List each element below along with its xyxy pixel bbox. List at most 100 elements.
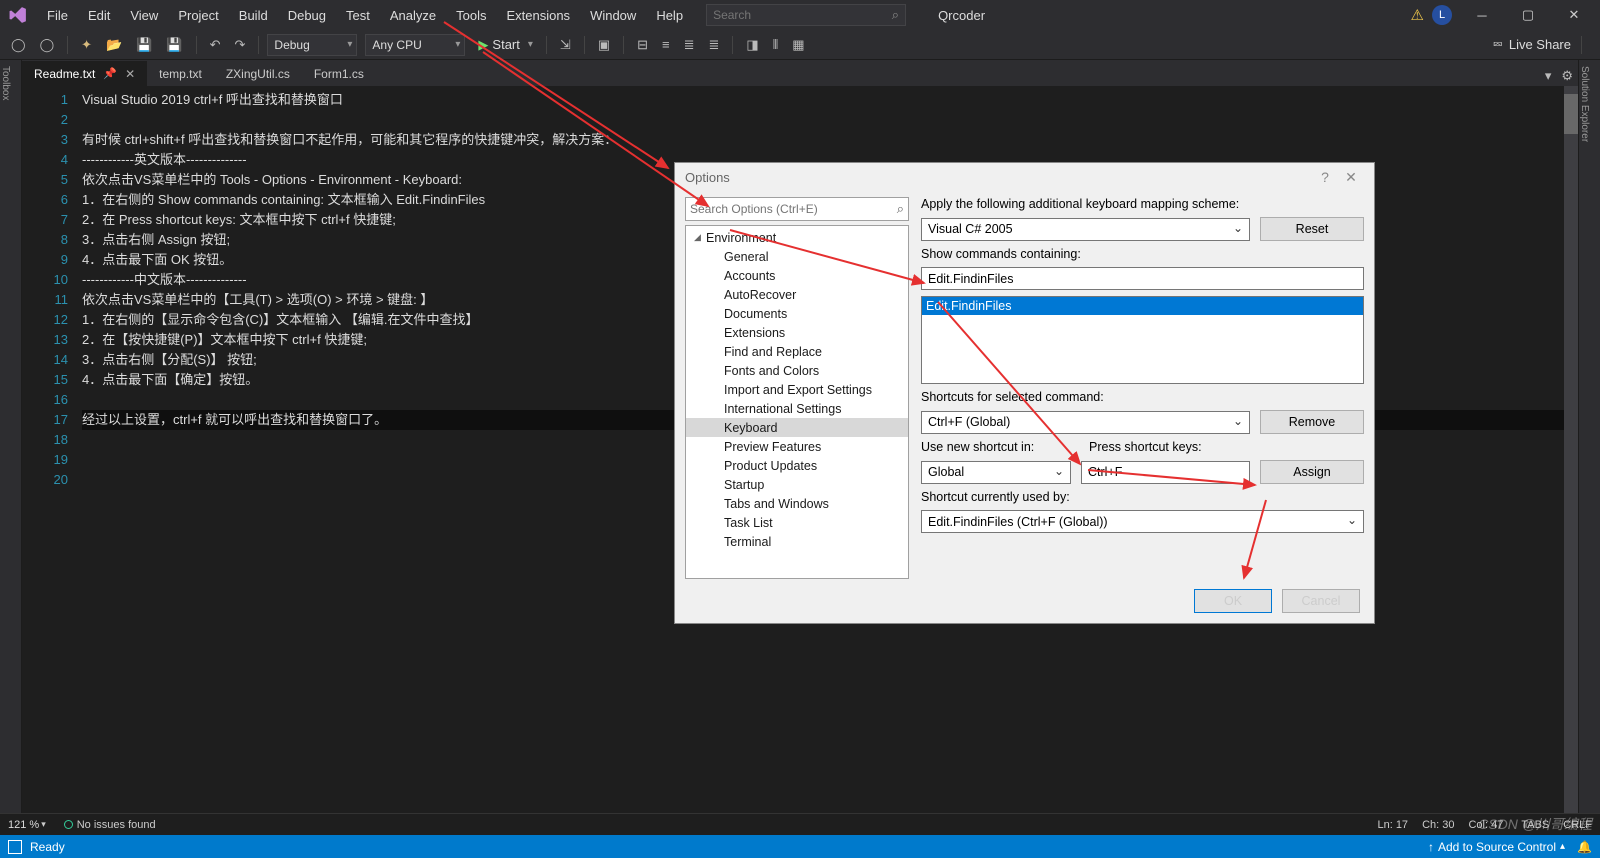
expand-icon[interactable]: ◢ xyxy=(694,232,706,243)
attach-icon[interactable]: ⇲ xyxy=(555,35,576,55)
close-window-icon[interactable]: ✕ xyxy=(1554,1,1594,29)
user-avatar[interactable]: L xyxy=(1432,5,1452,25)
tree-item-autorecover[interactable]: AutoRecover xyxy=(686,285,908,304)
used-by-label: Shortcut currently used by: xyxy=(921,490,1364,504)
menu-window[interactable]: Window xyxy=(581,4,645,27)
vertical-scrollbar[interactable] xyxy=(1564,86,1578,813)
issues-status[interactable]: No issues found xyxy=(64,819,156,831)
shortcuts-dropdown[interactable]: Ctrl+F (Global) xyxy=(921,411,1250,434)
tab-gear-icon[interactable]: ⚙ xyxy=(1556,66,1578,86)
new-project-icon[interactable]: ✦ xyxy=(76,35,97,55)
close-tab-icon[interactable]: ✕ xyxy=(125,67,135,81)
maximize-icon[interactable]: ▢ xyxy=(1508,1,1548,29)
nav-fwd-icon[interactable]: ◯ xyxy=(35,35,60,55)
save-icon[interactable]: 💾 xyxy=(131,35,157,55)
menu-test[interactable]: Test xyxy=(337,4,379,27)
tab-form1[interactable]: Form1.cs xyxy=(302,61,376,86)
tab-temp[interactable]: temp.txt xyxy=(147,61,214,86)
press-keys-label: Press shortcut keys: xyxy=(1089,440,1364,454)
platform-dropdown[interactable]: Any CPU xyxy=(365,34,465,56)
menu-extensions[interactable]: Extensions xyxy=(497,4,579,27)
list-item[interactable]: Edit.FindinFiles xyxy=(922,297,1363,315)
tree-item-extensions[interactable]: Extensions xyxy=(686,323,908,342)
tool-icon-3[interactable]: ≡ xyxy=(657,35,675,54)
tree-item-fonts-and-colors[interactable]: Fonts and Colors xyxy=(686,361,908,380)
notifications-icon[interactable]: 🔔 xyxy=(1577,840,1592,854)
tree-item-find-and-replace[interactable]: Find and Replace xyxy=(686,342,908,361)
assign-button[interactable]: Assign xyxy=(1260,460,1364,484)
menu-debug[interactable]: Debug xyxy=(279,4,335,27)
tree-item-tabs-and-windows[interactable]: Tabs and Windows xyxy=(686,494,908,513)
toolbox-rail[interactable]: Toolbox xyxy=(0,60,22,813)
tree-item-preview-features[interactable]: Preview Features xyxy=(686,437,908,456)
zoom-level[interactable]: 121 % xyxy=(8,819,39,831)
cancel-button[interactable]: Cancel xyxy=(1282,589,1360,613)
undo-icon[interactable]: ↶ xyxy=(205,35,226,55)
menubar: File Edit View Project Build Debug Test … xyxy=(0,0,1600,30)
menu-project[interactable]: Project xyxy=(169,4,227,27)
open-file-icon[interactable]: 📂 xyxy=(101,35,127,55)
tool-icon-5[interactable]: ≣ xyxy=(704,35,725,55)
live-share-button[interactable]: Live Share xyxy=(1509,37,1571,52)
tab-zxing[interactable]: ZXingUtil.cs xyxy=(214,61,302,86)
project-name: Qrcoder xyxy=(938,8,985,23)
tab-row: Readme.txt 📌 ✕ temp.txt ZXingUtil.cs For… xyxy=(22,60,1578,86)
menu-help[interactable]: Help xyxy=(647,4,692,27)
save-all-icon[interactable]: 💾 xyxy=(161,35,187,55)
tree-item-import-and-export-settings[interactable]: Import and Export Settings xyxy=(686,380,908,399)
tool-icon-8[interactable]: ▦ xyxy=(787,35,809,55)
tree-item-keyboard[interactable]: Keyboard xyxy=(686,418,908,437)
tree-item-startup[interactable]: Startup xyxy=(686,475,908,494)
tabs-indicator[interactable]: TABS xyxy=(1521,819,1549,831)
config-dropdown[interactable]: Debug xyxy=(267,34,357,56)
tree-item-accounts[interactable]: Accounts xyxy=(686,266,908,285)
tree-item-task-list[interactable]: Task List xyxy=(686,513,908,532)
solution-explorer-rail[interactable]: Solution Explorer xyxy=(1578,60,1600,813)
menu-view[interactable]: View xyxy=(121,4,167,27)
title-search-input[interactable] xyxy=(713,8,892,22)
tree-item-documents[interactable]: Documents xyxy=(686,304,908,323)
warning-icon[interactable]: ⚠ xyxy=(1411,6,1424,24)
redo-icon[interactable]: ↷ xyxy=(230,35,251,55)
tree-item-general[interactable]: General xyxy=(686,247,908,266)
nav-back-icon[interactable]: ◯ xyxy=(6,35,31,55)
use-new-dropdown[interactable]: Global xyxy=(921,461,1071,484)
status-bar: Ready ↑ Add to Source Control ▴ 🔔 xyxy=(0,835,1600,858)
dialog-close-icon[interactable]: ✕ xyxy=(1338,169,1364,186)
show-commands-input[interactable]: Edit.FindinFiles xyxy=(921,267,1364,290)
menu-file[interactable]: File xyxy=(38,4,77,27)
menu-edit[interactable]: Edit xyxy=(79,4,119,27)
remove-button[interactable]: Remove xyxy=(1260,410,1364,434)
pin-icon[interactable]: 📌 xyxy=(103,67,117,80)
tree-environment[interactable]: ◢ Environment xyxy=(686,228,908,247)
reset-button[interactable]: Reset xyxy=(1260,217,1364,241)
commands-list[interactable]: Edit.FindinFiles xyxy=(921,296,1364,384)
options-search[interactable]: ⌕ xyxy=(685,197,909,221)
tool-icon-7[interactable]: ⫴ xyxy=(768,35,783,55)
menu-tools[interactable]: Tools xyxy=(447,4,495,27)
menu-analyze[interactable]: Analyze xyxy=(381,4,445,27)
dialog-help-icon[interactable]: ? xyxy=(1312,169,1338,185)
options-search-input[interactable] xyxy=(690,202,897,216)
start-button[interactable]: ▶ Start ▾ xyxy=(473,35,538,55)
tree-item-product-updates[interactable]: Product Updates xyxy=(686,456,908,475)
tab-readme[interactable]: Readme.txt 📌 ✕ xyxy=(22,61,147,86)
tree-item-international-settings[interactable]: International Settings xyxy=(686,399,908,418)
tool-icon-1[interactable]: ▣ xyxy=(593,35,615,55)
dialog-title-text: Options xyxy=(685,170,730,185)
tree-item-terminal[interactable]: Terminal xyxy=(686,532,908,551)
add-source-control[interactable]: ↑ Add to Source Control ▴ xyxy=(1428,840,1565,854)
crlf-indicator[interactable]: CRLF xyxy=(1563,819,1592,831)
minimize-icon[interactable]: ─ xyxy=(1462,1,1502,29)
tool-icon-6[interactable]: ◨ xyxy=(741,35,763,55)
mapping-scheme-dropdown[interactable]: Visual C# 2005 xyxy=(921,218,1250,241)
options-tree[interactable]: ◢ Environment GeneralAccountsAutoRecover… xyxy=(685,225,909,579)
press-keys-input[interactable]: Ctrl+F xyxy=(1081,461,1250,484)
menu-build[interactable]: Build xyxy=(230,4,277,27)
used-by-dropdown[interactable]: Edit.FindinFiles (Ctrl+F (Global)) xyxy=(921,510,1364,533)
title-search[interactable]: ⌕ xyxy=(706,4,906,26)
ok-button[interactable]: OK xyxy=(1194,589,1272,613)
tool-icon-2[interactable]: ⊟ xyxy=(632,35,653,55)
tool-icon-4[interactable]: ≣ xyxy=(679,35,700,55)
tab-dropdown-icon[interactable]: ▾ xyxy=(1540,66,1557,86)
